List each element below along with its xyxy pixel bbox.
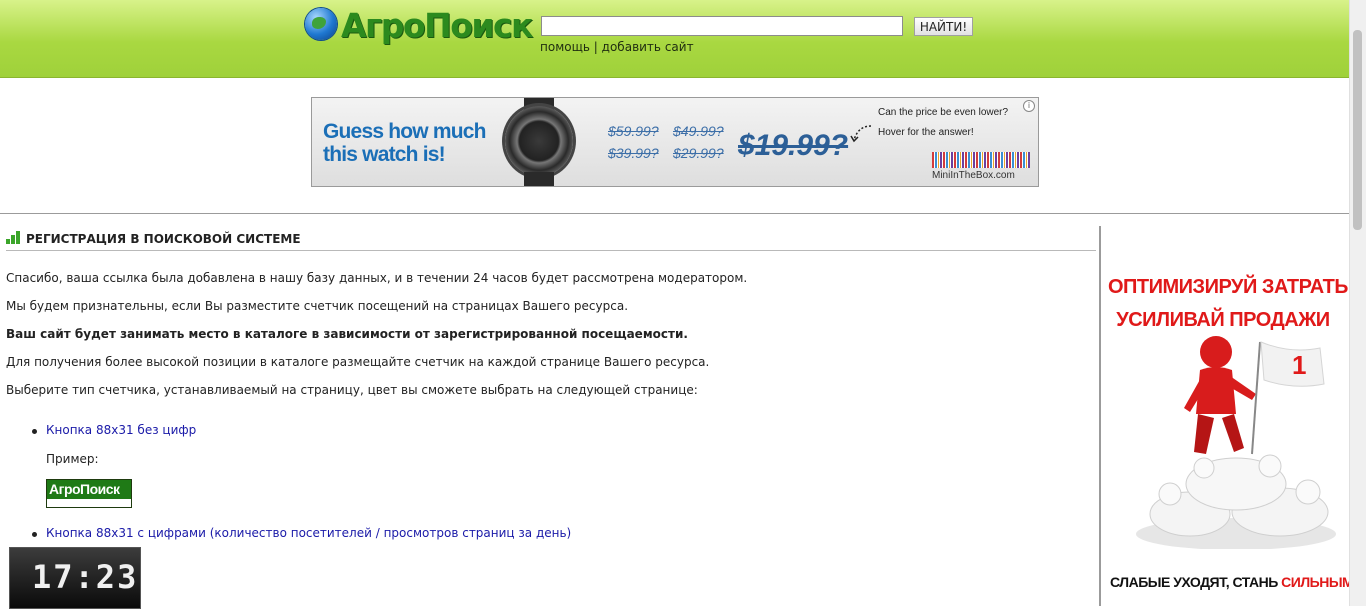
banner-hover-text: Hover for the answer! [878, 127, 974, 138]
search-button[interactable]: НАЙТИ! [914, 17, 973, 36]
stairs-icon [6, 231, 21, 244]
leader-figure-illustration: 1 [1136, 336, 1336, 549]
section-title: РЕГИСТРАЦИЯ В ПОИСКОВОЙ СИСТЕМЕ [26, 232, 301, 246]
paragraph-thanks: Спасибо, ваша ссылка была добавлена в на… [6, 271, 748, 285]
example-counter-button[interactable]: АгроПоиск [46, 479, 132, 508]
curved-arrow-icon [850, 125, 872, 143]
paragraph-higher-position: Для получения более высокой позиции в ка… [6, 355, 710, 369]
list-bullet [32, 532, 37, 537]
digital-clock-counter[interactable]: 17:23 [9, 547, 141, 609]
banner-price: $39.99? [608, 145, 659, 161]
section-divider [6, 250, 1096, 251]
ad-bottom-slogan: СЛАБЫЕ УХОДЯТ, СТАНЬ СИЛЬНЫМ! [1110, 574, 1358, 590]
example-label: Пример: [46, 452, 99, 466]
ad-bottom-prefix: СЛАБЫЕ УХОДЯТ, СТАНЬ [1110, 574, 1282, 590]
banner-ad[interactable]: Guess how much this watch is! $59.99? $4… [311, 97, 1039, 187]
column-divider [1099, 226, 1101, 606]
counter-option-no-digits-link[interactable]: Кнопка 88x31 без цифр [46, 423, 196, 437]
header-divider [0, 213, 1350, 214]
banner-brand: MiniInTheBox.com [932, 170, 1015, 181]
watch-strap [524, 172, 554, 186]
info-icon[interactable]: i [1023, 100, 1035, 112]
page-scrollbar[interactable] [1349, 0, 1366, 606]
list-bullet [32, 429, 37, 434]
paragraph-counter-request: Мы будем признательны, если Вы разместит… [6, 299, 629, 313]
counter-option-with-digits-link[interactable]: Кнопка 88x31 с цифрами (количество посет… [46, 526, 571, 540]
links-separator: | [593, 40, 598, 54]
search-input[interactable] [541, 16, 903, 36]
banner-price: $59.99? [608, 123, 659, 139]
header-links: помощь | добавить сайт [540, 40, 694, 54]
flag-number: 1 [1292, 350, 1306, 380]
banner-price: $49.99? [673, 123, 724, 139]
ad-headline-1: ОПТИМИЗИРУЙ ЗАТРАТЫ [1108, 276, 1354, 298]
banner-price: $29.99? [673, 145, 724, 161]
scrollbar-thumb[interactable] [1353, 30, 1362, 230]
watch-image [505, 106, 573, 176]
logo-text: АгроПоиск [341, 6, 533, 45]
help-link[interactable]: помощь [540, 40, 590, 54]
barcode-logo-icon [932, 152, 1030, 168]
paragraph-choose-type: Выберите тип счетчика, устанавливаемый н… [6, 383, 698, 397]
site-header: АгроПоиск НАЙТИ! помощь | добавить сайт [0, 0, 1366, 78]
add-site-link[interactable]: добавить сайт [602, 40, 694, 54]
paragraph-catalog-position: Ваш сайт будет занимать место в каталоге… [6, 327, 688, 341]
ad-bottom-highlight: СИЛЬНЫМ [1281, 574, 1354, 590]
clock-digits: 17:23 [32, 558, 139, 596]
banner-big-price: $19.99? [738, 129, 849, 162]
banner-question: Can the price be even lower? [878, 107, 1009, 118]
side-ad[interactable]: ОПТИМИЗИРУЙ ЗАТРАТЫ УСИЛИВАЙ ПРОДАЖИ 1 С… [1108, 226, 1358, 606]
ad-headline-2: УСИЛИВАЙ ПРОДАЖИ [1116, 309, 1330, 331]
banner-title: Guess how much this watch is! [323, 120, 486, 166]
globe-icon [305, 8, 337, 40]
example-counter-text: АгроПоиск [49, 481, 120, 497]
